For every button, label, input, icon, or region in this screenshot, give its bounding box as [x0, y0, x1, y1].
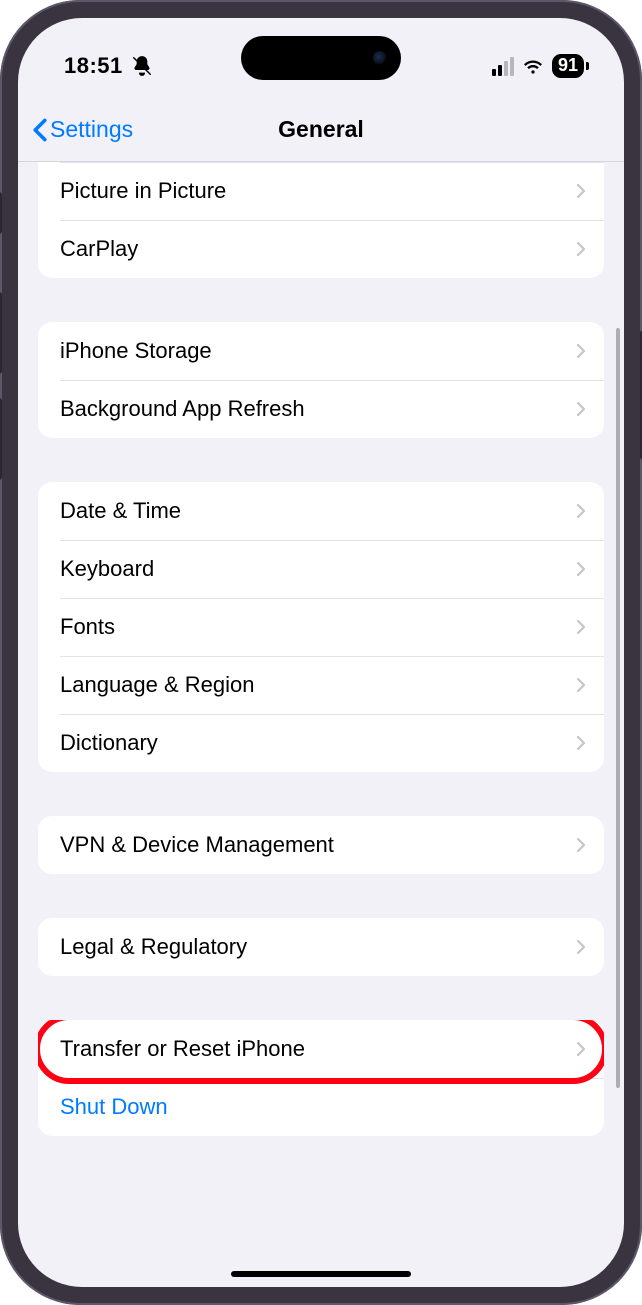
- list-item-carplay[interactable]: CarPlay: [38, 220, 604, 278]
- settings-group: AirPlay & Handoff Picture in Picture Car…: [38, 162, 604, 278]
- list-item-language-region[interactable]: Language & Region: [38, 656, 604, 714]
- chevron-right-icon: [576, 343, 586, 359]
- battery-indicator: 91: [552, 54, 584, 78]
- phone-frame: 18:51 91: [0, 0, 642, 1305]
- back-button[interactable]: Settings: [32, 116, 133, 143]
- chevron-right-icon: [576, 1041, 586, 1057]
- settings-list[interactable]: AirPlay & Handoff Picture in Picture Car…: [18, 162, 624, 1287]
- list-item-picture-in-picture[interactable]: Picture in Picture: [38, 162, 604, 220]
- settings-group: Legal & Regulatory: [38, 918, 604, 976]
- battery-percent: 91: [558, 55, 578, 76]
- chevron-right-icon: [576, 241, 586, 257]
- list-item-label: CarPlay: [60, 236, 576, 262]
- settings-group: Date & Time Keyboard Fonts: [38, 482, 604, 772]
- list-item-keyboard[interactable]: Keyboard: [38, 540, 604, 598]
- list-item-date-time[interactable]: Date & Time: [38, 482, 604, 540]
- list-item-label: Fonts: [60, 614, 576, 640]
- list-item-label: Date & Time: [60, 498, 576, 524]
- chevron-right-icon: [576, 561, 586, 577]
- wifi-icon: [522, 57, 544, 75]
- list-item-label: Shut Down: [60, 1094, 586, 1120]
- list-item-label: Dictionary: [60, 730, 576, 756]
- home-indicator[interactable]: [231, 1271, 411, 1277]
- list-item-background-app-refresh[interactable]: Background App Refresh: [38, 380, 604, 438]
- list-item-label: VPN & Device Management: [60, 832, 576, 858]
- settings-group: VPN & Device Management: [38, 816, 604, 874]
- mute-switch: [0, 192, 2, 234]
- scroll-indicator[interactable]: [616, 328, 620, 1088]
- chevron-right-icon: [576, 503, 586, 519]
- list-item-label: Legal & Regulatory: [60, 934, 576, 960]
- nav-bar: Settings General: [18, 98, 624, 162]
- list-item-dictionary[interactable]: Dictionary: [38, 714, 604, 772]
- list-item-legal-regulatory[interactable]: Legal & Regulatory: [38, 918, 604, 976]
- chevron-right-icon: [576, 677, 586, 693]
- volume-down-button: [0, 398, 2, 480]
- list-item-label: iPhone Storage: [60, 338, 576, 364]
- list-item-vpn-device-management[interactable]: VPN & Device Management: [38, 816, 604, 874]
- list-item-iphone-storage[interactable]: iPhone Storage: [38, 322, 604, 380]
- dynamic-island: [241, 36, 401, 80]
- chevron-right-icon: [576, 619, 586, 635]
- list-item-shut-down[interactable]: Shut Down: [38, 1078, 604, 1136]
- cellular-signal-icon: [492, 57, 514, 76]
- list-item-label: Background App Refresh: [60, 396, 576, 422]
- chevron-right-icon: [576, 939, 586, 955]
- chevron-left-icon: [32, 118, 48, 142]
- chevron-right-icon: [576, 837, 586, 853]
- settings-group: iPhone Storage Background App Refresh: [38, 322, 604, 438]
- list-item-label: Keyboard: [60, 556, 576, 582]
- list-item-label: Transfer or Reset iPhone: [60, 1036, 576, 1062]
- chevron-right-icon: [576, 401, 586, 417]
- status-time: 18:51: [64, 53, 123, 79]
- list-item-label: Language & Region: [60, 672, 576, 698]
- settings-group: Transfer or Reset iPhone Shut Down: [38, 1020, 604, 1136]
- chevron-right-icon: [576, 183, 586, 199]
- screen: 18:51 91: [18, 18, 624, 1287]
- list-item-fonts[interactable]: Fonts: [38, 598, 604, 656]
- chevron-right-icon: [576, 735, 586, 751]
- front-camera-icon: [373, 51, 387, 65]
- list-item-label: Picture in Picture: [60, 178, 576, 204]
- back-label: Settings: [50, 116, 133, 143]
- volume-up-button: [0, 292, 2, 374]
- bell-slash-icon: [131, 55, 153, 77]
- list-item-transfer-reset-iphone[interactable]: Transfer or Reset iPhone: [38, 1020, 604, 1078]
